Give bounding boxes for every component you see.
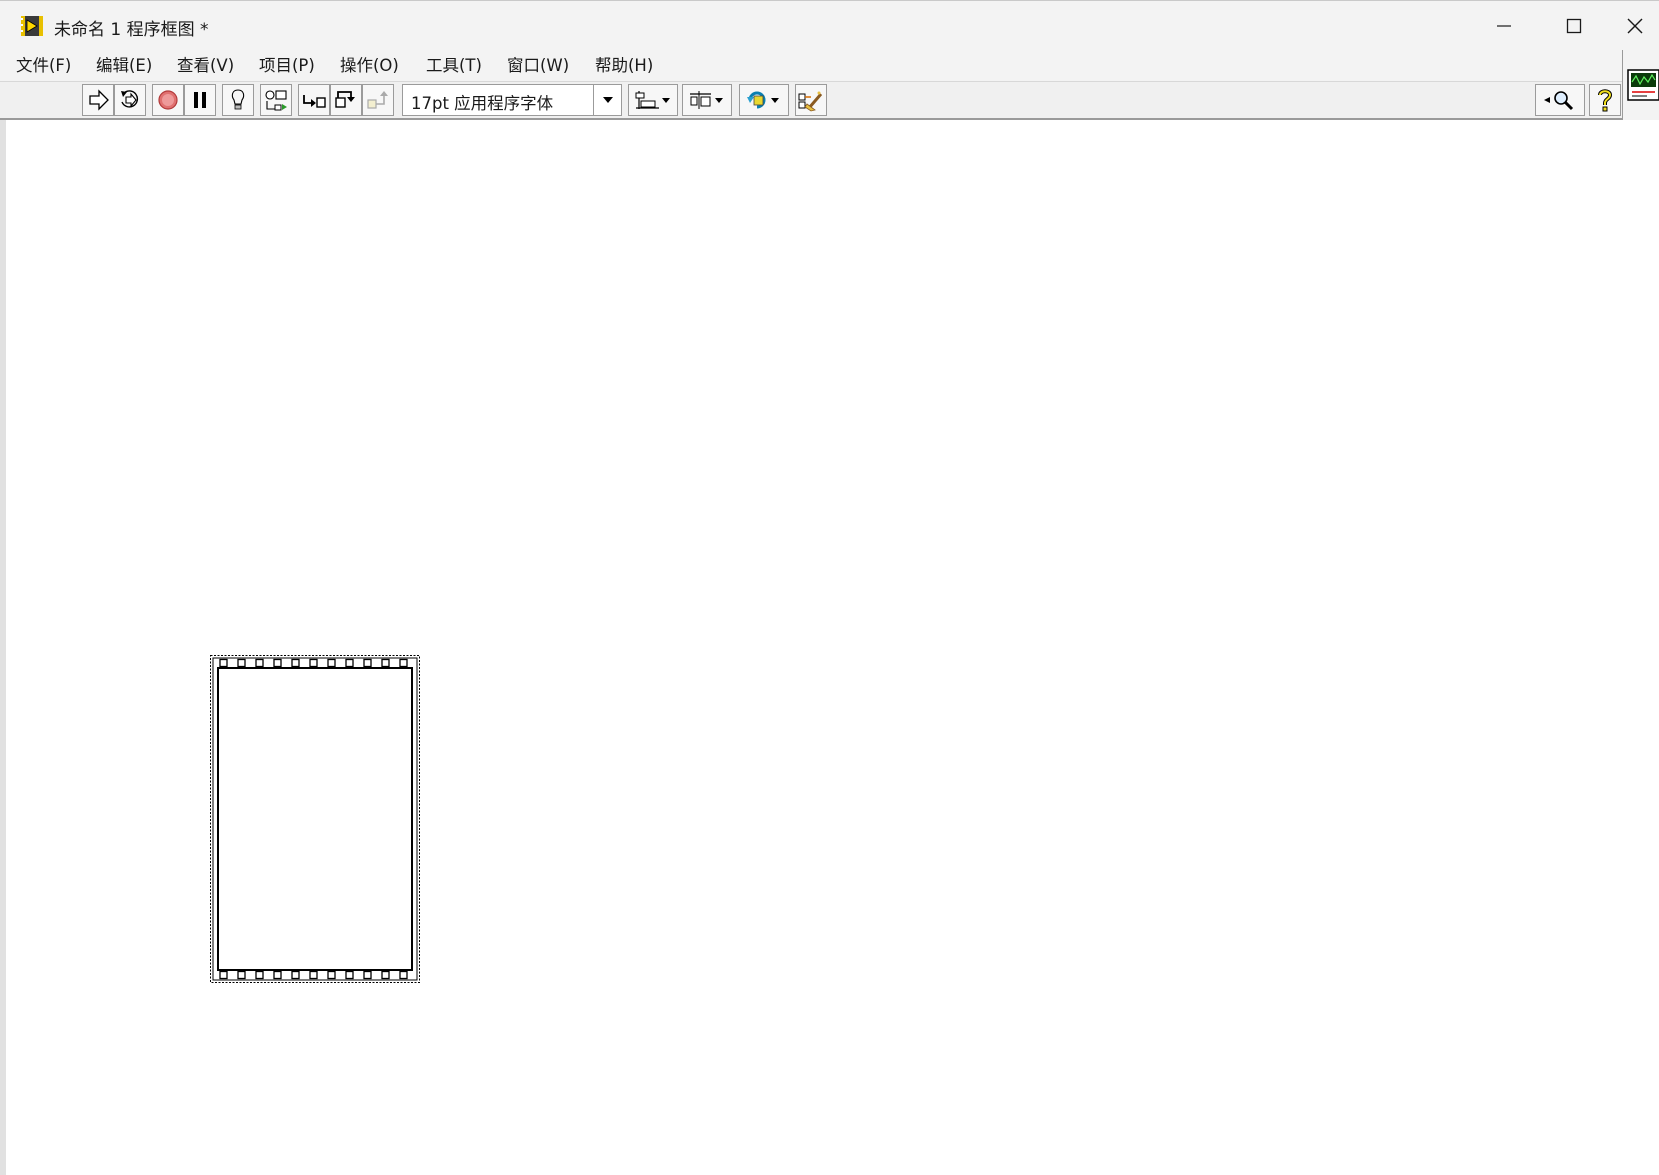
step-over-icon — [335, 91, 355, 108]
menu-project[interactable]: 项目(P) — [257, 54, 317, 78]
minimize-icon — [1497, 25, 1511, 27]
pause-icon — [194, 92, 206, 108]
film-sprocket-hole — [237, 658, 246, 668]
highlight-execution-icon — [231, 89, 245, 110]
film-sprocket-hole — [381, 658, 390, 668]
pause-button[interactable] — [184, 84, 216, 116]
help-icon — [1598, 89, 1613, 112]
window-title: 未命名 1 程序框图 * — [54, 20, 209, 40]
step-into-icon — [303, 95, 326, 108]
film-sprocket-hole — [237, 970, 246, 980]
film-sprocket-hole — [327, 658, 336, 668]
step-over-button[interactable] — [330, 84, 362, 116]
menu-edit[interactable]: 编辑(E) — [94, 54, 154, 78]
menu-bar: 文件(F) 编辑(E) 查看(V) 项目(P) 操作(O) 工具(T) 窗口(W… — [0, 50, 1622, 82]
menu-tools[interactable]: 工具(T) — [424, 54, 484, 78]
run-button[interactable] — [82, 84, 114, 116]
font-select[interactable]: 17pt 应用程序字体 — [402, 84, 622, 116]
reorder-icon — [747, 91, 779, 109]
chevron-down-icon — [602, 97, 613, 103]
film-sprocket-hole — [381, 970, 390, 980]
retain-wire-values-icon — [265, 90, 287, 111]
clean-up-diagram-button[interactable] — [795, 84, 827, 116]
font-select-value: 17pt 应用程序字体 — [411, 94, 554, 113]
abort-button[interactable] — [152, 84, 184, 116]
close-button[interactable] — [1610, 1, 1659, 51]
film-sprocket-hole — [255, 970, 264, 980]
distribute-objects-icon — [690, 91, 723, 109]
align-objects-icon — [635, 91, 670, 109]
film-sprocket-hole — [273, 658, 282, 668]
run-continuously-icon — [121, 90, 139, 108]
film-sprocket-hole — [345, 970, 354, 980]
distribute-objects-button[interactable] — [682, 84, 732, 116]
clean-up-diagram-icon — [798, 91, 823, 112]
step-into-button[interactable] — [298, 84, 330, 116]
block-diagram-canvas[interactable] — [0, 120, 1659, 1175]
menu-operate[interactable]: 操作(O) — [338, 54, 401, 78]
film-sprocket-hole — [363, 970, 372, 980]
film-sprocket-hole — [309, 970, 318, 980]
film-sprocket-hole — [399, 658, 408, 668]
maximize-button[interactable] — [1540, 1, 1608, 51]
flat-sequence-structure[interactable] — [210, 655, 420, 983]
search-icon — [1544, 91, 1574, 111]
run-continuously-button[interactable] — [114, 84, 146, 116]
reorder-button[interactable] — [739, 84, 789, 116]
film-sprocket-hole — [345, 658, 354, 668]
film-sprocket-hole — [363, 658, 372, 668]
film-sprocket-hole — [327, 970, 336, 980]
minimize-button[interactable] — [1470, 1, 1538, 51]
film-sprocket-hole — [291, 970, 300, 980]
align-objects-button[interactable] — [628, 84, 678, 116]
abort-icon — [158, 90, 178, 110]
close-icon — [1627, 18, 1642, 34]
menu-help[interactable]: 帮助(H) — [593, 54, 655, 78]
step-out-button[interactable] — [362, 84, 394, 116]
run-icon — [89, 89, 109, 111]
vi-icon[interactable] — [1627, 60, 1659, 104]
menu-window[interactable]: 窗口(W) — [505, 54, 571, 78]
retain-wire-values-button[interactable] — [260, 84, 292, 116]
context-help-button[interactable] — [1589, 84, 1621, 116]
film-sprocket-hole — [219, 658, 228, 668]
labview-block-diagram-window: 未命名 1 程序框图 * 文件(F) 编辑(E) 查看(V) 项目(P) 操作(… — [0, 0, 1659, 1175]
film-sprocket-hole — [273, 970, 282, 980]
highlight-execution-button[interactable] — [222, 84, 254, 116]
film-sprocket-hole — [255, 658, 264, 668]
menu-file[interactable]: 文件(F) — [14, 54, 73, 78]
film-sprocket-hole — [399, 970, 408, 980]
vi-icon-pane — [1622, 50, 1659, 122]
maximize-icon — [1566, 18, 1582, 34]
labview-app-icon[interactable] — [20, 14, 44, 38]
film-sprocket-hole — [219, 970, 228, 980]
font-select-arrow[interactable] — [593, 85, 621, 115]
title-bar: 未命名 1 程序框图 * — [0, 0, 1659, 50]
toolbar: 17pt 应用程序字体 — [0, 82, 1622, 120]
step-out-icon — [367, 91, 388, 109]
film-sprocket-hole — [309, 658, 318, 668]
menu-view[interactable]: 查看(V) — [175, 54, 236, 78]
film-sprocket-hole — [291, 658, 300, 668]
search-button[interactable] — [1535, 84, 1585, 116]
